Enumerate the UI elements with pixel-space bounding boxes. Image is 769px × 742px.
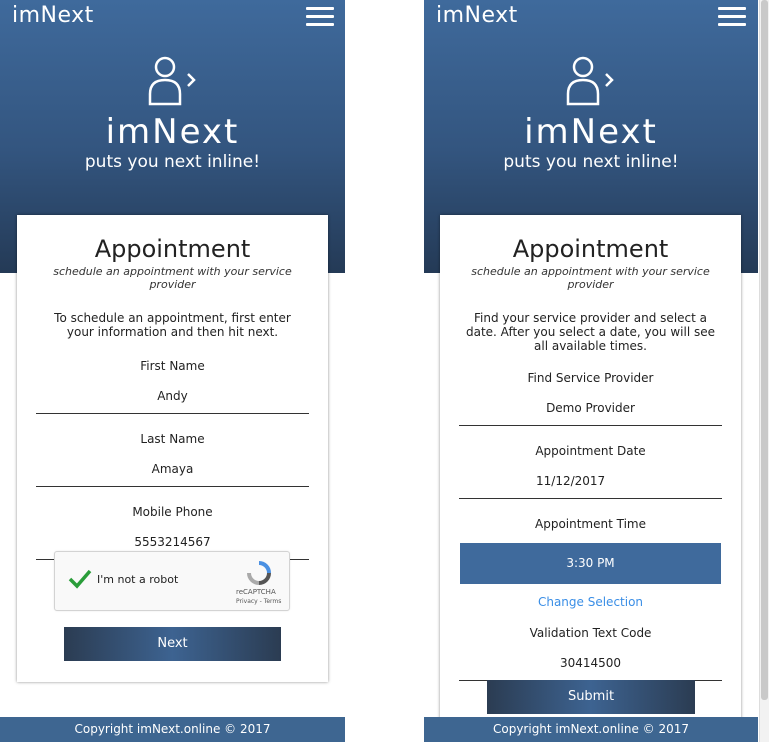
selected-time-slot[interactable]: 3:30 PM	[460, 543, 721, 584]
field-label: Appointment Date	[535, 444, 646, 458]
next-button[interactable]: Next	[64, 627, 281, 661]
field-label: Find Service Provider	[527, 371, 654, 385]
recaptcha-links[interactable]: Privacy - Terms	[236, 598, 281, 605]
check-icon[interactable]	[68, 569, 92, 589]
field-label: Mobile Phone	[132, 505, 213, 519]
hero-title: imNext	[524, 112, 658, 152]
card-title: Appointment	[94, 235, 251, 263]
card-intro: Find your service provider and select a …	[465, 311, 716, 353]
first-name-field[interactable]: First Name Andy	[36, 359, 309, 414]
field-label: Last Name	[140, 432, 205, 446]
card-subtitle: schedule an appointment with your servic…	[471, 265, 710, 291]
validation-code-field[interactable]: Validation Text Code 30414500	[459, 626, 722, 681]
recaptcha-widget[interactable]: I'm not a robot reCAPTCHA Privacy - Term…	[54, 551, 290, 611]
brand-logo[interactable]: imNext	[12, 3, 94, 28]
scrollbar[interactable]	[759, 0, 769, 742]
last-name-field[interactable]: Last Name Amaya	[36, 432, 309, 487]
field-label: First Name	[140, 359, 205, 373]
recaptcha-logo-icon	[247, 561, 271, 585]
appointment-card: Appointment schedule an appointment with…	[17, 215, 328, 682]
hero-subtitle: puts you next inline!	[503, 152, 679, 172]
recaptcha-label: I'm not a robot	[97, 573, 179, 586]
last-name-input[interactable]: Amaya	[36, 462, 309, 487]
appointment-time-field: Appointment Time	[459, 517, 722, 531]
left-screen: imNext imNext puts you next inline! Appo…	[0, 0, 345, 742]
hero-title: imNext	[105, 112, 240, 152]
field-label: Appointment Time	[535, 517, 646, 531]
hero-subtitle: puts you next inline!	[84, 152, 261, 172]
right-screen: imNext imNext puts you next inline! Appo…	[424, 0, 758, 742]
menu-icon[interactable]	[718, 7, 746, 27]
appointment-card: Appointment schedule an appointment with…	[440, 215, 741, 742]
appointment-date-input[interactable]: 11/12/2017	[459, 474, 722, 499]
scroll-thumb[interactable]	[761, 0, 768, 700]
change-selection-link[interactable]: Change Selection	[440, 595, 741, 609]
card-intro: To schedule an appointment, first enter …	[54, 311, 291, 339]
submit-button[interactable]: Submit	[487, 680, 695, 714]
menu-icon[interactable]	[306, 7, 334, 27]
brand-logo[interactable]: imNext	[436, 3, 518, 28]
footer: Copyright imNext.online © 2017	[424, 717, 758, 742]
appointment-date-field[interactable]: Appointment Date 11/12/2017	[459, 444, 722, 499]
footer: Copyright imNext.online © 2017	[0, 717, 345, 742]
field-label: Validation Text Code	[529, 626, 652, 640]
card-subtitle: schedule an appointment with your servic…	[53, 265, 292, 291]
user-next-icon	[148, 56, 196, 106]
service-provider-field[interactable]: Find Service Provider Demo Provider	[459, 371, 722, 426]
validation-code-input[interactable]: 30414500	[459, 656, 722, 681]
service-provider-input[interactable]: Demo Provider	[459, 401, 722, 426]
card-title: Appointment	[512, 235, 669, 263]
recaptcha-brand: reCAPTCHA	[236, 588, 276, 596]
user-next-icon	[566, 56, 614, 106]
first-name-input[interactable]: Andy	[36, 389, 309, 414]
